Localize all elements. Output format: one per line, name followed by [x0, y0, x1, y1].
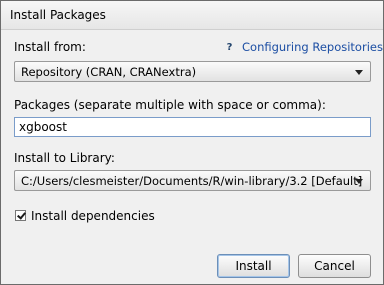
- chevron-down-icon[interactable]: [355, 179, 363, 184]
- title-bar: Install Packages: [1, 1, 383, 30]
- library-select[interactable]: C:/Users/clesmeister/Documents/R/win-lib…: [14, 170, 371, 191]
- install-packages-dialog: Install Packages Install from: ? Configu…: [0, 0, 384, 285]
- install-from-select[interactable]: Repository (CRAN, CRANextra): [14, 61, 371, 82]
- cancel-button[interactable]: Cancel: [298, 254, 371, 278]
- library-value: C:/Users/clesmeister/Documents/R/win-lib…: [21, 174, 363, 188]
- packages-input[interactable]: [14, 117, 371, 137]
- checkmark-icon: [17, 210, 26, 220]
- packages-label: Packages (separate multiple with space o…: [14, 98, 326, 112]
- install-to-library-label: Install to Library:: [14, 151, 115, 165]
- install-from-value: Repository (CRAN, CRANextra): [21, 65, 197, 79]
- chevron-down-icon[interactable]: [355, 70, 363, 75]
- window-title: Install Packages: [10, 8, 106, 22]
- install-from-label: Install from:: [14, 40, 86, 54]
- configuring-repositories-link[interactable]: Configuring Repositories: [242, 40, 383, 54]
- install-button[interactable]: Install: [217, 254, 290, 278]
- install-dependencies-label[interactable]: Install dependencies: [31, 208, 155, 224]
- install-dependencies-checkbox[interactable]: [15, 210, 26, 221]
- configuring-repositories-help[interactable]: ? Configuring Repositories: [223, 39, 383, 55]
- question-icon[interactable]: ?: [223, 41, 236, 54]
